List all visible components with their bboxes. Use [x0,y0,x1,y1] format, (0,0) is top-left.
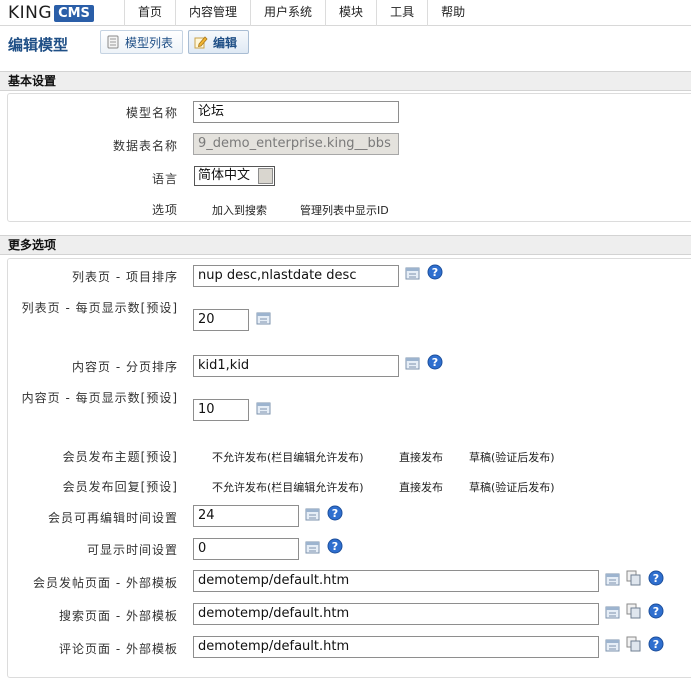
list-page-icon [106,35,120,49]
list-perpage-input[interactable]: 20 [193,309,249,331]
language-select[interactable]: 简体中文 [194,166,275,186]
logo-king-text: KING [8,3,53,23]
svg-text:?: ? [332,507,338,520]
page-title: 编辑模型 [8,36,69,54]
section-more-title: 更多选项 [0,235,691,255]
nav-modules[interactable]: 模块 [325,0,376,26]
nav-help[interactable]: 帮助 [427,0,478,26]
help-icon[interactable]: ? [427,354,443,370]
help-icon[interactable]: ? [327,505,343,521]
copy-icon[interactable] [626,636,642,652]
template-list-icon[interactable] [605,637,621,653]
svg-text:?: ? [653,572,659,585]
nav-content[interactable]: 内容管理 [175,0,250,26]
list-sort-label: 列表页 - 项目排序 [72,270,178,284]
logo-cms-badge: CMS [54,4,94,22]
help-icon[interactable]: ? [327,538,343,554]
list-perpage-label: 列表页 - 每页显示数[预设] [21,301,178,315]
post-template-input[interactable]: demotemp/default.htm [193,570,599,592]
model-name-label: 模型名称 [125,106,178,120]
language-label: 语言 [151,172,178,186]
section-basic-title: 基本设置 [0,71,691,91]
language-value: 简体中文 [198,168,251,183]
template-list-icon[interactable] [605,571,621,587]
content-sort-input[interactable]: kid1,kid [193,355,399,377]
svg-text:?: ? [653,638,659,651]
option-add-to-search[interactable]: 加入到搜索 [212,202,267,218]
nav-tools[interactable]: 工具 [376,0,427,26]
help-icon[interactable]: ? [648,636,664,652]
nav-home[interactable]: 首页 [124,0,175,26]
table-name-label: 数据表名称 [112,139,178,153]
model-list-label: 模型列表 [125,35,174,50]
svg-text:?: ? [432,266,438,279]
table-name-input[interactable]: 9_demo_enterprise.king__bbs [193,133,399,155]
topic-option-disallow[interactable]: 不允许发布(栏目编辑允许发布) [212,449,364,465]
template-list-icon[interactable] [405,355,421,371]
template-list-icon[interactable] [305,539,321,555]
template-list-icon[interactable] [305,506,321,522]
content-perpage-input[interactable]: 10 [193,399,249,421]
member-topic-label: 会员发布主题[预设] [62,450,178,464]
show-time-label: 可显示时间设置 [86,543,178,557]
logo: KING CMS [8,3,94,23]
copy-icon[interactable] [626,570,642,586]
help-icon[interactable]: ? [427,264,443,280]
template-list-icon[interactable] [256,310,272,326]
edit-pencil-icon [194,35,208,49]
content-perpage-label: 内容页 - 每页显示数[预设] [21,391,178,405]
options-label: 选项 [151,203,178,217]
top-nav-bar: KING CMS 首页 内容管理 用户系统 模块 工具 帮助 [0,0,691,26]
nav-users[interactable]: 用户系统 [250,0,325,26]
content-sort-label: 内容页 - 分页排序 [72,360,178,374]
list-sort-input[interactable]: nup desc,nlastdate desc [193,265,399,287]
topic-option-draft[interactable]: 草稿(验证后发布) [469,449,555,465]
svg-text:?: ? [332,540,338,553]
topic-option-direct[interactable]: 直接发布 [399,449,443,465]
help-icon[interactable]: ? [648,570,664,586]
model-name-input[interactable]: 论坛 [193,101,399,123]
select-arrow-icon [258,168,273,184]
show-time-input[interactable]: 0 [193,538,299,560]
copy-icon[interactable] [626,603,642,619]
reply-option-draft[interactable]: 草稿(验证后发布) [469,479,555,495]
comment-template-label: 评论页面 - 外部模板 [59,642,178,656]
post-template-label: 会员发帖页面 - 外部模板 [33,576,178,590]
reply-option-disallow[interactable]: 不允许发布(栏目编辑允许发布) [212,479,364,495]
svg-text:?: ? [653,605,659,618]
option-show-id[interactable]: 管理列表中显示ID [300,202,389,218]
help-icon[interactable]: ? [648,603,664,619]
edit-label: 编辑 [213,35,238,50]
member-reply-label: 会员发布回复[预设] [62,480,178,494]
model-list-button[interactable]: 模型列表 [100,30,183,54]
template-list-icon[interactable] [256,400,272,416]
reply-option-direct[interactable]: 直接发布 [399,479,443,495]
edit-tab-button[interactable]: 编辑 [188,30,249,54]
comment-template-input[interactable]: demotemp/default.htm [193,636,599,658]
main-nav: 首页 内容管理 用户系统 模块 工具 帮助 [124,0,478,26]
svg-text:?: ? [432,356,438,369]
edit-time-label: 会员可再编辑时间设置 [47,511,178,525]
template-list-icon[interactable] [405,265,421,281]
edit-time-input[interactable]: 24 [193,505,299,527]
search-template-input[interactable]: demotemp/default.htm [193,603,599,625]
template-list-icon[interactable] [605,604,621,620]
search-template-label: 搜索页面 - 外部模板 [59,609,178,623]
